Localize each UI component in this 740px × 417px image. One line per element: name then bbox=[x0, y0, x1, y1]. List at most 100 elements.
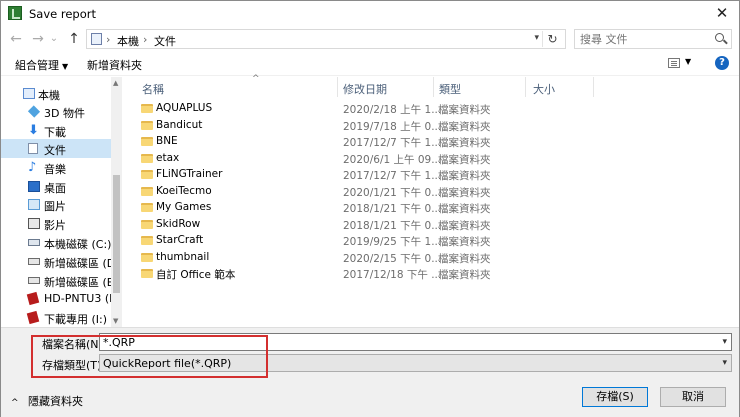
save-type-select[interactable]: QuickReport file(*.QRP) ▾ bbox=[99, 354, 732, 372]
nav-item-music[interactable]: ♪ 音樂 bbox=[1, 158, 111, 177]
folder-icon bbox=[141, 121, 153, 130]
file-name: BNE bbox=[156, 135, 178, 147]
help-icon[interactable]: ? bbox=[715, 56, 729, 70]
scroll-down-icon[interactable]: ▼ bbox=[113, 317, 118, 325]
file-type: 檔案資料夾 bbox=[438, 253, 491, 265]
folder-icon bbox=[141, 187, 153, 196]
search-input[interactable] bbox=[580, 32, 708, 46]
file-row-koeitecmo[interactable]: KoeiTecmo 2020/1/21 下午 0... 檔案資料夾 bbox=[138, 184, 718, 200]
column-header-type[interactable]: 類型 bbox=[439, 77, 525, 97]
file-name: Bandicut bbox=[156, 119, 203, 131]
up-arrow-icon[interactable]: ↑ bbox=[65, 30, 83, 48]
nav-item-label: 音樂 bbox=[44, 163, 66, 176]
file-row-bandicut[interactable]: Bandicut 2019/7/18 上午 0... 檔案資料夾 bbox=[138, 118, 718, 134]
file-name: StarCraft bbox=[156, 234, 204, 246]
column-divider[interactable] bbox=[337, 77, 338, 97]
navigation-scrollbar[interactable]: ▲ ▼ bbox=[111, 77, 122, 327]
file-list: 名稱 ^ 修改日期 類型 大小 AQUAPLUS 2020/2/18 上午 1.… bbox=[124, 74, 736, 327]
save-report-dialog: Save report ✕ ← → ⌄ ↑ › 本機 › 文件 ▾ ↻ 組合管理… bbox=[0, 0, 740, 417]
videos-icon bbox=[28, 218, 40, 229]
file-row-aquaplus[interactable]: AQUAPLUS 2020/2/18 上午 1... 檔案資料夾 bbox=[138, 101, 718, 117]
save-type-dropdown-chevron-icon[interactable]: ▾ bbox=[722, 358, 727, 368]
nav-item-download-only-i[interactable]: 下載專用 (I:) bbox=[1, 308, 111, 327]
breadcrumb-this-pc[interactable]: 本機 bbox=[117, 33, 139, 49]
nav-item-this-pc[interactable]: 本機 bbox=[1, 84, 111, 103]
search-icon[interactable] bbox=[715, 33, 724, 42]
file-row-my-games[interactable]: My Games 2018/1/21 下午 0... 檔案資料夾 bbox=[138, 200, 718, 216]
organize-menu-button[interactable]: 組合管理 ▼ bbox=[15, 57, 68, 73]
file-date: 2019/7/18 上午 0... bbox=[343, 121, 442, 133]
column-header-name-label: 名稱 bbox=[142, 83, 164, 96]
filename-combobox[interactable]: ▾ bbox=[99, 333, 732, 351]
nav-item-pictures[interactable]: 圖片 bbox=[1, 195, 111, 214]
file-type: 檔案資料夾 bbox=[438, 236, 491, 248]
file-date: 2020/6/1 上午 09... bbox=[343, 154, 442, 166]
nav-item-label: HD-PNTU3 (H:) bbox=[44, 292, 111, 305]
file-date: 2017/12/7 下午 1... bbox=[343, 170, 442, 182]
file-row-skidrow[interactable]: SkidRow 2018/1/21 下午 0... 檔案資料夾 bbox=[138, 217, 718, 233]
nav-item-documents[interactable]: 文件 bbox=[1, 139, 111, 158]
title-bar: Save report ✕ bbox=[1, 1, 739, 27]
scrollbar-thumb[interactable] bbox=[113, 175, 120, 293]
nav-item-volume-e[interactable]: 新增磁碟區 (E:) bbox=[1, 271, 111, 290]
breadcrumb-documents[interactable]: 文件 bbox=[154, 33, 176, 49]
address-bar[interactable]: › 本機 › 文件 ▾ ↻ bbox=[86, 29, 566, 49]
recent-locations-chevron-icon[interactable]: ⌄ bbox=[48, 30, 60, 48]
view-options-icon[interactable] bbox=[668, 58, 680, 68]
column-divider[interactable] bbox=[525, 77, 526, 97]
close-icon[interactable]: ✕ bbox=[711, 3, 733, 23]
nav-item-desktop[interactable]: 桌面 bbox=[1, 177, 111, 196]
navigation-pane: 本機 3D 物件 ⬇ 下載 文件 ♪ 音樂 桌面 圖片 影片 本機磁碟 (C:)… bbox=[1, 77, 111, 327]
organize-label: 組合管理 bbox=[15, 59, 59, 72]
file-row-bne[interactable]: BNE 2017/12/7 下午 1... 檔案資料夾 bbox=[138, 134, 718, 150]
nav-item-3d-objects[interactable]: 3D 物件 bbox=[1, 102, 111, 121]
forward-arrow-icon[interactable]: → bbox=[29, 30, 47, 48]
refresh-icon[interactable]: ↻ bbox=[542, 31, 562, 47]
nav-item-label: 桌面 bbox=[44, 182, 66, 195]
save-button[interactable]: 存檔(S) bbox=[582, 387, 648, 407]
file-row-starcraft[interactable]: StarCraft 2019/9/25 下午 1... 檔案資料夾 bbox=[138, 233, 718, 249]
back-arrow-icon[interactable]: ← bbox=[7, 30, 25, 48]
file-row-custom-office-templates[interactable]: 自訂 Office 範本 2017/12/18 下午 ... 檔案資料夾 bbox=[138, 266, 718, 282]
new-folder-button[interactable]: 新增資料夾 bbox=[87, 57, 142, 73]
column-header-size[interactable]: 大小 bbox=[533, 77, 593, 97]
chevron-down-icon: ▼ bbox=[62, 62, 69, 71]
filename-input[interactable] bbox=[103, 336, 693, 349]
folder-icon bbox=[141, 203, 153, 212]
cancel-button[interactable]: 取消 bbox=[660, 387, 726, 407]
nav-item-downloads[interactable]: ⬇ 下載 bbox=[1, 121, 111, 140]
desktop-icon bbox=[28, 181, 40, 192]
nav-item-label: 下載 bbox=[44, 126, 66, 139]
column-divider[interactable] bbox=[593, 77, 594, 97]
nav-item-hd-pntu3-h[interactable]: HD-PNTU3 (H:) bbox=[1, 289, 111, 308]
file-row-etax[interactable]: etax 2020/6/1 上午 09... 檔案資料夾 bbox=[138, 151, 718, 167]
drive-e-icon bbox=[28, 277, 40, 284]
collapse-chevron-icon: ^ bbox=[11, 398, 19, 408]
folder-icon bbox=[141, 269, 153, 278]
file-row-flingtrainer[interactable]: FLiNGTrainer 2017/12/7 下午 1... 檔案資料夾 bbox=[138, 167, 718, 183]
address-dropdown-chevron-icon[interactable]: ▾ bbox=[534, 33, 539, 43]
nav-item-label: 下載專用 (I:) bbox=[44, 313, 108, 326]
window-title: Save report bbox=[29, 7, 97, 21]
column-header-name[interactable]: 名稱 ^ bbox=[142, 74, 337, 97]
hide-folders-toggle[interactable]: ^ 隱藏資料夾 bbox=[11, 393, 83, 409]
file-row-thumbnail[interactable]: thumbnail 2020/2/15 下午 0... 檔案資料夾 bbox=[138, 250, 718, 266]
nav-item-label: 3D 物件 bbox=[44, 107, 85, 120]
filename-label: 檔案名稱(N): bbox=[42, 338, 107, 351]
scroll-up-icon[interactable]: ▲ bbox=[113, 79, 118, 87]
nav-item-local-disk-c[interactable]: 本機磁碟 (C:) bbox=[1, 233, 111, 252]
folder-icon bbox=[141, 253, 153, 262]
nav-item-videos[interactable]: 影片 bbox=[1, 214, 111, 233]
file-date: 2018/1/21 下午 0... bbox=[343, 220, 442, 232]
search-box[interactable] bbox=[574, 29, 732, 49]
address-row: ← → ⌄ ↑ › 本機 › 文件 ▾ ↻ bbox=[1, 27, 739, 51]
file-type: 檔案資料夾 bbox=[438, 203, 491, 215]
file-type: 檔案資料夾 bbox=[438, 121, 491, 133]
view-chevron-down-icon[interactable]: ▼ bbox=[685, 57, 691, 66]
file-name: etax bbox=[156, 152, 180, 164]
nav-item-volume-d[interactable]: 新增磁碟區 (D:) bbox=[1, 252, 111, 271]
drive-d-icon bbox=[28, 258, 40, 265]
column-header-date-modified[interactable]: 修改日期 bbox=[343, 77, 433, 97]
filename-dropdown-chevron-icon[interactable]: ▾ bbox=[722, 337, 727, 347]
column-divider[interactable] bbox=[433, 77, 434, 97]
